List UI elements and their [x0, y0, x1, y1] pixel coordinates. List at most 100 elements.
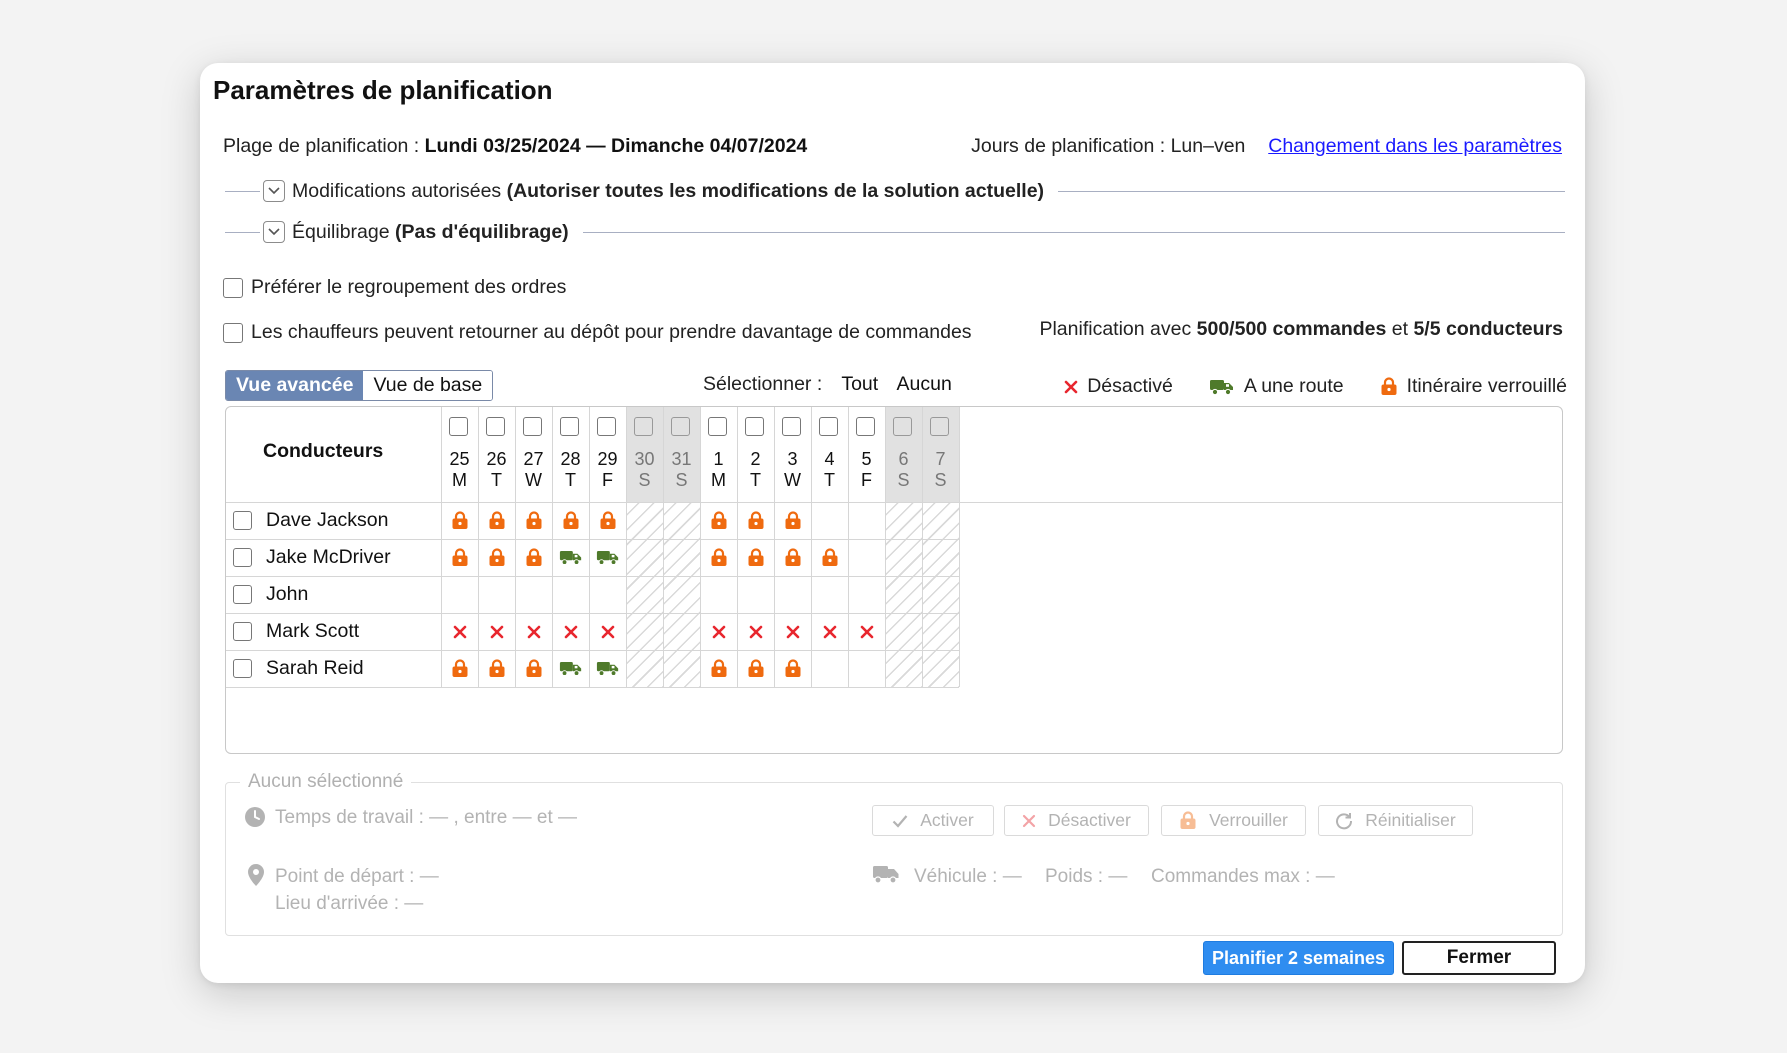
schedule-cell[interactable] — [737, 502, 774, 539]
day-select-checkbox[interactable] — [930, 417, 949, 436]
day-select-checkbox[interactable] — [782, 417, 801, 436]
truck-icon — [559, 549, 583, 566]
day-select-checkbox[interactable] — [486, 417, 505, 436]
driver-select-checkbox[interactable] — [233, 585, 252, 604]
chevron-down-icon[interactable] — [263, 221, 285, 243]
schedule-cell[interactable] — [811, 539, 848, 576]
select-none-button[interactable]: Aucun — [897, 373, 952, 395]
lock-icon — [451, 511, 469, 530]
schedule-cell[interactable] — [589, 650, 626, 687]
driver-select-checkbox[interactable] — [233, 511, 252, 530]
day-select-checkbox[interactable] — [523, 417, 542, 436]
schedule-cell[interactable] — [478, 650, 515, 687]
driver-name: Jake McDriver — [266, 546, 391, 568]
schedule-cell[interactable] — [478, 502, 515, 539]
driver-row[interactable]: Dave Jackson — [226, 502, 388, 539]
schedule-cell[interactable] — [700, 502, 737, 539]
day-select-checkbox[interactable] — [708, 417, 727, 436]
basic-view-button[interactable]: Vue de base — [363, 371, 493, 400]
schedule-cell[interactable] — [478, 613, 515, 650]
schedule-cell[interactable] — [552, 650, 589, 687]
change-settings-link[interactable]: Changement dans les paramètres — [1268, 135, 1562, 157]
schedule-cell[interactable] — [552, 539, 589, 576]
plan-two-weeks-button[interactable]: Planifier 2 semaines — [1203, 941, 1394, 975]
schedule-cell[interactable] — [737, 613, 774, 650]
schedule-cell[interactable] — [811, 613, 848, 650]
day-select-checkbox[interactable] — [634, 417, 653, 436]
chevron-down-icon[interactable] — [263, 180, 285, 202]
schedule-cell[interactable] — [441, 502, 478, 539]
activate-button[interactable]: Activer — [872, 805, 994, 836]
schedule-cell[interactable] — [441, 613, 478, 650]
schedule-cell[interactable] — [700, 650, 737, 687]
legend-locked: Itinéraire verrouillé — [1380, 375, 1567, 398]
schedule-cell[interactable] — [700, 613, 737, 650]
schedule-cell[interactable] — [737, 650, 774, 687]
section-allowed-changes[interactable]: Modifications autorisées (Autoriser tout… — [225, 176, 1565, 206]
schedule-cell[interactable] — [552, 613, 589, 650]
grid-divider — [663, 407, 664, 687]
schedule-cell[interactable] — [700, 539, 737, 576]
day-select-checkbox[interactable] — [856, 417, 875, 436]
schedule-cell[interactable] — [589, 539, 626, 576]
option-group-orders[interactable]: Préférer le regroupement des ordres — [223, 276, 566, 299]
driver-select-checkbox[interactable] — [233, 548, 252, 567]
day-select-checkbox[interactable] — [671, 417, 690, 436]
lock-icon — [747, 548, 765, 567]
lock-icon — [1180, 811, 1196, 829]
schedule-cell[interactable] — [774, 502, 811, 539]
select-all-button[interactable]: Tout — [841, 373, 878, 395]
schedule-cell[interactable] — [552, 502, 589, 539]
group-orders-checkbox[interactable] — [223, 277, 243, 298]
clock-icon — [244, 806, 266, 833]
schedule-cell[interactable] — [848, 613, 885, 650]
lock-button[interactable]: Verrouiller — [1161, 805, 1306, 836]
selection-details-panel: Aucun sélectionné Temps de travail : — ,… — [225, 771, 1563, 936]
disabled-x-icon — [749, 625, 763, 639]
driver-row[interactable]: Sarah Reid — [226, 650, 364, 687]
reset-icon — [1336, 812, 1353, 829]
day-select-checkbox[interactable] — [449, 417, 468, 436]
schedule-cell[interactable] — [515, 613, 552, 650]
day-select-checkbox[interactable] — [560, 417, 579, 436]
option-return-to-depot[interactable]: Les chauffeurs peuvent retourner au dépô… — [223, 321, 972, 344]
schedule-cell[interactable] — [737, 539, 774, 576]
day-header: 5F — [848, 407, 885, 502]
driver-row[interactable]: John — [226, 576, 308, 613]
grid-divider — [226, 502, 1562, 503]
day-header: 1M — [700, 407, 737, 502]
schedule-cell[interactable] — [441, 650, 478, 687]
close-button[interactable]: Fermer — [1402, 941, 1556, 975]
schedule-cell[interactable] — [478, 539, 515, 576]
schedule-cell[interactable] — [774, 539, 811, 576]
weekend-hatch — [922, 502, 959, 687]
return-depot-checkbox[interactable] — [223, 322, 243, 343]
planning-range-label: Plage de planification : — [223, 135, 420, 157]
deactivate-button[interactable]: Désactiver — [1004, 805, 1149, 836]
day-select-checkbox[interactable] — [597, 417, 616, 436]
schedule-cell[interactable] — [515, 650, 552, 687]
driver-select-checkbox[interactable] — [233, 659, 252, 678]
schedule-cell[interactable] — [774, 613, 811, 650]
day-number: 26 — [486, 449, 507, 469]
schedule-cell[interactable] — [589, 502, 626, 539]
day-number: 27 — [523, 449, 544, 469]
section-label: Modifications autorisées — [292, 179, 502, 202]
day-select-checkbox[interactable] — [893, 417, 912, 436]
advanced-view-button[interactable]: Vue avancée — [226, 371, 364, 400]
deactivate-label: Désactiver — [1048, 810, 1131, 830]
schedule-cell[interactable] — [515, 539, 552, 576]
weekday-letter: S — [675, 470, 688, 490]
schedule-cell[interactable] — [774, 650, 811, 687]
reset-button[interactable]: Réinitialiser — [1318, 805, 1473, 836]
driver-select-checkbox[interactable] — [233, 622, 252, 641]
day-select-checkbox[interactable] — [745, 417, 764, 436]
schedule-cell[interactable] — [441, 539, 478, 576]
disabled-x-icon — [786, 625, 800, 639]
section-balancing[interactable]: Équilibrage (Pas d'équilibrage) — [225, 217, 1565, 247]
day-select-checkbox[interactable] — [819, 417, 838, 436]
driver-row[interactable]: Mark Scott — [226, 613, 359, 650]
driver-row[interactable]: Jake McDriver — [226, 539, 391, 576]
schedule-cell[interactable] — [589, 613, 626, 650]
schedule-cell[interactable] — [515, 502, 552, 539]
